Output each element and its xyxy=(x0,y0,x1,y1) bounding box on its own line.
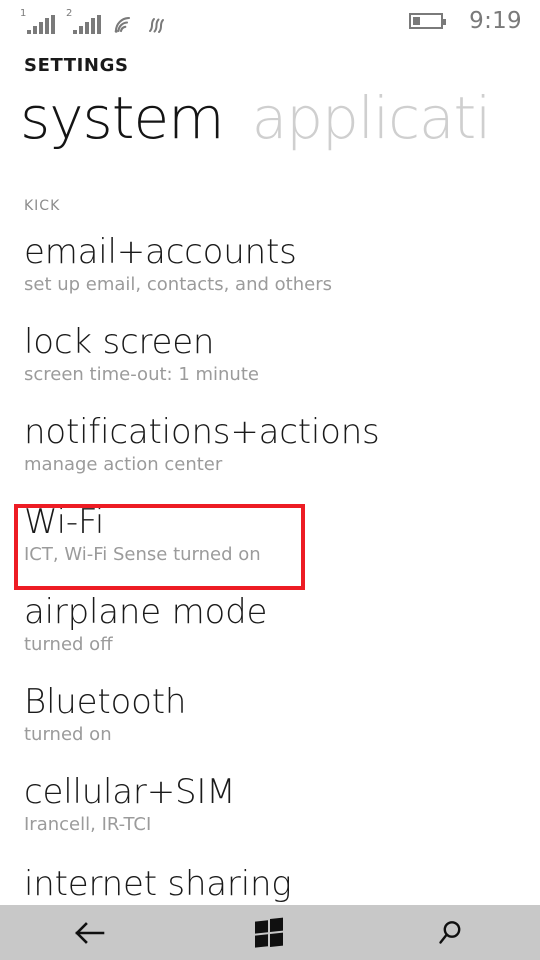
sim2-signal-icon: 2 xyxy=(66,8,101,34)
list-item-title: notifications+actions xyxy=(24,412,380,452)
search-icon xyxy=(439,920,461,944)
section-label: KICK xyxy=(24,198,61,214)
status-bar-left-icons: 1 2 xyxy=(20,8,167,34)
list-item-subtitle: set up email, contacts, and others xyxy=(24,274,332,295)
status-bar-clock: 9:19 xyxy=(469,7,522,34)
list-item-subtitle: ICT, Wi-Fi Sense turned on xyxy=(24,544,261,565)
windows-logo-icon xyxy=(255,917,285,948)
phone-screen: 1 2 9:19 SETTINGS system applicati KICK … xyxy=(0,0,540,960)
battery-low-icon xyxy=(409,13,447,29)
list-item-title: lock screen xyxy=(24,322,215,362)
wifi-icon xyxy=(114,16,131,33)
status-bar-right-icons: 9:19 xyxy=(409,7,522,34)
status-bar: 1 2 9:19 xyxy=(0,0,540,42)
sim2-label: 2 xyxy=(66,8,73,19)
signal-bars-icon xyxy=(27,15,55,34)
signal-bars-icon xyxy=(73,15,101,34)
tab-applications[interactable]: applicati xyxy=(252,88,492,149)
page-title: SETTINGS xyxy=(24,55,129,76)
list-item-notifications-actions[interactable]: notifications+actions manage action cent… xyxy=(0,412,540,502)
list-item-title: cellular+SIM xyxy=(24,772,236,812)
list-item-title: email+accounts xyxy=(24,232,297,272)
back-button[interactable] xyxy=(0,905,180,960)
list-item-subtitle: turned on xyxy=(24,724,112,745)
list-item-bluetooth[interactable]: Bluetooth turned on xyxy=(0,682,540,772)
tab-system[interactable]: system xyxy=(20,88,225,149)
cellular-data-icon xyxy=(149,18,164,33)
list-item-airplane-mode[interactable]: airplane mode turned off xyxy=(0,592,540,682)
list-item-cellular-sim[interactable]: cellular+SIM Irancell, IR-TCI xyxy=(0,772,540,862)
list-item-subtitle: manage action center xyxy=(24,454,223,475)
search-button[interactable] xyxy=(360,905,540,960)
back-arrow-icon xyxy=(75,921,105,944)
pivot-header: system applicati xyxy=(20,88,492,149)
list-item-subtitle: screen time-out: 1 minute xyxy=(24,364,259,385)
list-item-wifi[interactable]: Wi-Fi ICT, Wi-Fi Sense turned on xyxy=(0,502,540,592)
list-item-title: Bluetooth xyxy=(24,682,187,722)
list-item-lock-screen[interactable]: lock screen screen time-out: 1 minute xyxy=(0,322,540,412)
navigation-bar xyxy=(0,905,540,960)
list-item-subtitle: turned off xyxy=(24,634,113,655)
list-item-subtitle: Irancell, IR-TCI xyxy=(24,814,152,835)
list-item-email-accounts[interactable]: email+accounts set up email, contacts, a… xyxy=(0,232,540,322)
sim1-signal-icon: 1 xyxy=(20,8,55,34)
settings-list: email+accounts set up email, contacts, a… xyxy=(0,232,540,952)
list-item-title: airplane mode xyxy=(24,592,268,632)
list-item-title: Wi-Fi xyxy=(24,502,105,542)
home-button[interactable] xyxy=(180,905,360,960)
sim1-label: 1 xyxy=(20,8,27,19)
list-item-title: internet sharing xyxy=(24,864,292,904)
